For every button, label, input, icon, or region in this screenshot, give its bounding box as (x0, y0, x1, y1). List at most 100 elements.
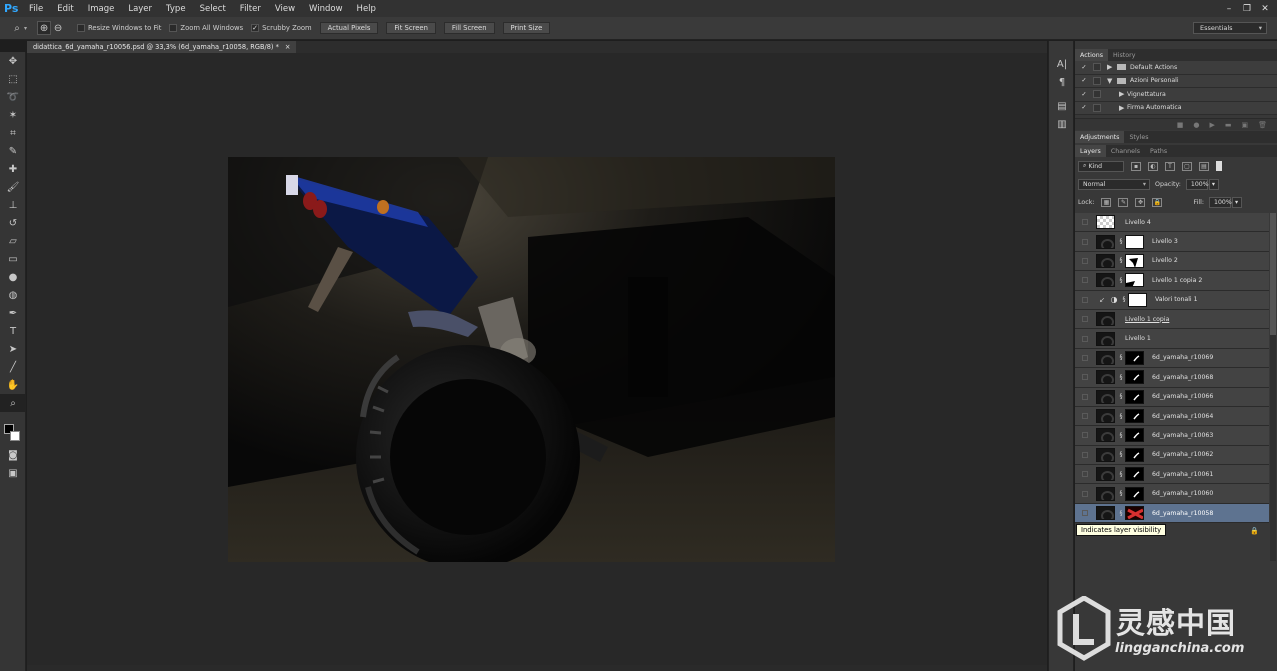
hand-tool-icon[interactable]: ✋ (0, 376, 26, 394)
menu-edit[interactable]: Edit (50, 4, 80, 14)
filter-pixel-icon[interactable]: ▪ (1131, 161, 1141, 171)
layer-thumbnail[interactable] (1096, 273, 1115, 288)
minimize-button[interactable]: – (1221, 3, 1237, 14)
layer-thumbnail[interactable] (1096, 486, 1115, 501)
tab-styles[interactable]: Styles (1124, 131, 1153, 143)
new-set-icon[interactable]: ▬ (1225, 121, 1232, 129)
layer-mask-thumbnail[interactable] (1125, 467, 1144, 482)
layer-mask-thumbnail[interactable] (1125, 428, 1144, 443)
expand-arrow-icon[interactable]: ▶ (1119, 104, 1127, 112)
background-color-swatch[interactable] (10, 431, 20, 441)
layer-mask-thumbnail[interactable] (1125, 350, 1144, 365)
layer-row[interactable]: § 6d_yamaha_r10066 (1075, 387, 1269, 407)
mask-link-icon[interactable]: § (1117, 354, 1125, 361)
new-action-icon[interactable]: ▣ (1241, 121, 1248, 129)
zoom-all-checkbox[interactable] (169, 24, 178, 32)
layer-visibility-toggle[interactable] (1082, 432, 1088, 439)
zoom-all-option[interactable]: Zoom All Windows (169, 24, 243, 32)
action-toggle-check[interactable]: ✓ (1079, 64, 1089, 71)
stop-icon[interactable]: ■ (1177, 121, 1184, 129)
layer-visibility-toggle[interactable] (1082, 510, 1088, 517)
eraser-tool-icon[interactable]: ▱ (0, 232, 26, 250)
action-toggle-check[interactable]: ✓ (1079, 77, 1089, 84)
expand-arrow-icon[interactable]: ▶ (1119, 90, 1127, 98)
layer-mask-thumbnail[interactable] (1125, 370, 1144, 385)
expand-arrow-icon[interactable]: ▶ (1107, 63, 1115, 71)
layers-scrollbar[interactable] (1270, 213, 1276, 561)
layer-row[interactable]: § 6d_yamaha_r10058 (1075, 503, 1269, 524)
layer-row[interactable]: § 6d_yamaha_r10063 (1075, 426, 1269, 446)
action-row[interactable]: ✓ ▶ Firma Automatica (1075, 101, 1277, 115)
layer-mask-thumbnail[interactable] (1125, 447, 1144, 462)
healing-brush-tool-icon[interactable]: ✚ (0, 160, 26, 178)
layer-row[interactable]: § 6d_yamaha_r10064 (1075, 406, 1269, 427)
preset-dropdown-icon[interactable]: ▾ (24, 25, 27, 32)
tab-channels[interactable]: Channels (1106, 145, 1145, 157)
tab-history[interactable]: History (1108, 49, 1140, 61)
mask-link-icon[interactable]: § (1117, 490, 1125, 497)
layer-row[interactable]: Livello 1 (1075, 329, 1269, 349)
action-set-row[interactable]: ✓ ▶ Default Actions (1075, 61, 1277, 75)
layer-visibility-toggle[interactable] (1082, 354, 1088, 361)
scrubby-zoom-option[interactable]: ✓ Scrubby Zoom (251, 24, 312, 32)
layer-thumbnail[interactable] (1096, 234, 1115, 249)
menu-file[interactable]: File (22, 4, 50, 14)
history-brush-tool-icon[interactable]: ↺ (0, 214, 26, 232)
resize-windows-checkbox[interactable] (77, 24, 86, 32)
filter-kind-select[interactable]: ⌕ Kind (1078, 160, 1124, 172)
action-dialog-toggle[interactable] (1093, 63, 1101, 72)
document-tab[interactable]: didattica_6d_yamaha_r10056.psd @ 33,3% (… (27, 41, 297, 53)
gradient-tool-icon[interactable]: ▭ (0, 250, 26, 268)
layer-visibility-toggle[interactable] (1082, 238, 1088, 245)
clone-stamp-tool-icon[interactable]: ⊥ (0, 196, 26, 214)
fill-dropdown-icon[interactable]: ▾ (1232, 196, 1243, 208)
layer-visibility-toggle[interactable] (1082, 296, 1088, 303)
layer-thumbnail[interactable] (1096, 215, 1115, 230)
filter-toggle-icon[interactable] (1216, 161, 1222, 171)
filter-type-icon[interactable]: T (1165, 161, 1175, 171)
layer-visibility-toggle[interactable] (1082, 374, 1088, 381)
layer-thumbnail[interactable] (1096, 506, 1115, 521)
restore-button[interactable]: ❐ (1239, 3, 1255, 14)
layer-visibility-toggle[interactable] (1082, 219, 1088, 226)
layer-row[interactable]: § 6d_yamaha_r10069 (1075, 348, 1269, 369)
menu-type[interactable]: Type (159, 4, 193, 14)
magic-wand-tool-icon[interactable]: ✶ (0, 106, 26, 124)
move-tool-icon[interactable]: ✥ (0, 52, 26, 70)
dodge-tool-icon[interactable]: ◍ (0, 286, 26, 304)
character-panel-icon[interactable]: A| (1049, 55, 1075, 73)
crop-tool-icon[interactable]: ⌗ (0, 124, 26, 142)
fill-field[interactable]: 100% (1209, 196, 1232, 208)
layer-mask-thumbnail[interactable] (1125, 389, 1144, 404)
screen-mode-icon[interactable]: ▣ (0, 464, 26, 482)
type-tool-icon[interactable]: T (0, 322, 26, 340)
eyedropper-tool-icon[interactable]: ✎ (0, 142, 26, 160)
pen-tool-icon[interactable]: ✒ (0, 304, 26, 322)
lock-position-icon[interactable]: ✥ (1135, 197, 1146, 207)
layer-thumbnail[interactable] (1096, 350, 1115, 365)
lock-transparent-icon[interactable]: ▦ (1101, 197, 1112, 207)
layer-row[interactable]: Livello 1 copia (1075, 309, 1269, 330)
layer-visibility-toggle[interactable] (1082, 471, 1088, 478)
play-icon[interactable]: ▶ (1209, 121, 1214, 129)
mask-link-icon[interactable]: § (1120, 296, 1128, 303)
tab-adjustments[interactable]: Adjustments (1075, 131, 1125, 143)
mask-link-icon[interactable]: § (1117, 393, 1125, 400)
mask-link-icon[interactable]: § (1117, 413, 1125, 420)
lock-image-icon[interactable]: ✎ (1118, 197, 1129, 207)
mask-link-icon[interactable]: § (1117, 257, 1125, 264)
actual-pixels-button[interactable]: Actual Pixels (319, 22, 379, 34)
menu-window[interactable]: Window (302, 4, 350, 14)
layer-thumbnail[interactable] (1096, 447, 1115, 462)
layer-visibility-toggle[interactable] (1082, 413, 1088, 420)
layer-row[interactable]: § 6d_yamaha_r10062 (1075, 445, 1269, 466)
mask-link-icon[interactable]: § (1117, 277, 1125, 284)
layer-row[interactable]: § Livello 1 copia 2 (1075, 271, 1269, 291)
action-dialog-toggle[interactable] (1093, 90, 1101, 99)
layer-row[interactable]: § 6d_yamaha_r10068 (1075, 368, 1269, 388)
action-dialog-toggle[interactable] (1093, 76, 1101, 85)
marquee-tool-icon[interactable]: ⬚ (0, 70, 26, 88)
layer-row[interactable]: § 6d_yamaha_r10061 (1075, 465, 1269, 485)
levels-adjustment-icon[interactable]: ◑ (1108, 295, 1120, 304)
layer-mask-thumbnail[interactable] (1125, 486, 1144, 501)
